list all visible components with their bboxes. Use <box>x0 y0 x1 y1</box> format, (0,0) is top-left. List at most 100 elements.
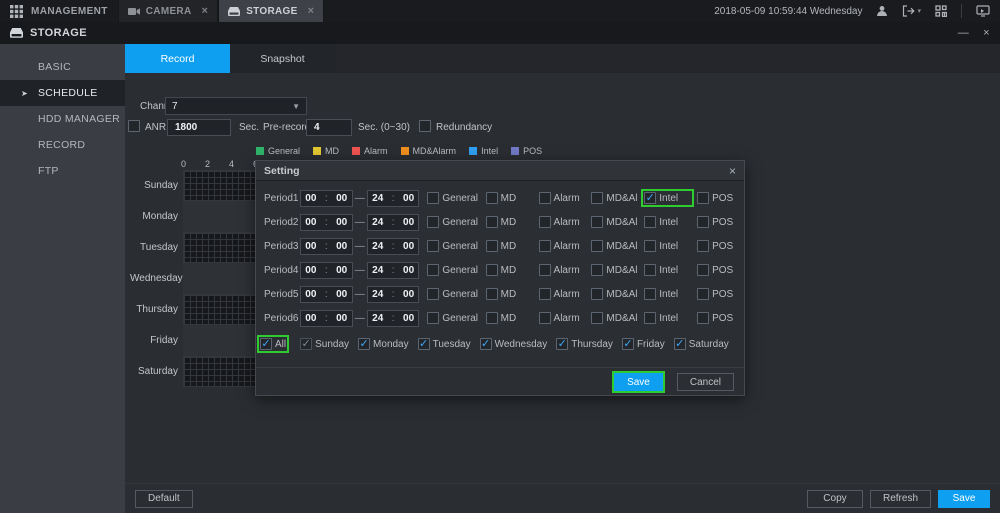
period-check-intel[interactable]: Intel <box>644 240 691 252</box>
check-day-wednesday[interactable]: ✓Wednesday <box>480 338 548 350</box>
period-end-input[interactable]: 24:00 <box>367 214 419 231</box>
checkbox[interactable] <box>697 288 709 300</box>
checkbox[interactable] <box>644 216 656 228</box>
checkbox[interactable] <box>427 264 439 276</box>
period-check-alarm[interactable]: Alarm <box>539 240 586 252</box>
period-check-md[interactable]: MD <box>486 192 533 204</box>
check-day-monday[interactable]: ✓Monday <box>358 338 409 350</box>
checkbox[interactable] <box>427 216 439 228</box>
period-check-mdala[interactable]: MD&Ala... <box>591 288 638 300</box>
period-check-general[interactable]: General <box>427 312 479 324</box>
checkbox[interactable] <box>427 288 439 300</box>
tab-record[interactable]: Record <box>125 44 230 73</box>
period-check-mdala[interactable]: MD&Ala... <box>591 216 638 228</box>
checkbox[interactable] <box>591 240 603 252</box>
checkbox[interactable] <box>486 240 498 252</box>
checkbox[interactable]: ✓ <box>622 338 634 350</box>
redundancy-checkbox[interactable] <box>419 120 431 132</box>
check-all[interactable]: ✓All <box>260 338 286 350</box>
period-start-input[interactable]: 00:00 <box>300 190 352 207</box>
dialog-cancel-button[interactable]: Cancel <box>677 373 734 391</box>
anr-input[interactable]: 1800 <box>167 119 231 136</box>
checkbox[interactable]: ✓ <box>418 338 430 350</box>
period-check-alarm[interactable]: Alarm <box>539 216 586 228</box>
period-check-mdala[interactable]: MD&Ala... <box>591 192 638 204</box>
checkbox[interactable] <box>486 264 498 276</box>
checkbox[interactable] <box>539 216 551 228</box>
period-check-alarm[interactable]: Alarm <box>539 192 586 204</box>
checkbox[interactable] <box>697 216 709 228</box>
prerecord-input[interactable]: 4 <box>306 119 352 136</box>
period-check-pos[interactable]: POS <box>697 288 744 300</box>
dialog-close-icon[interactable]: × <box>729 164 736 178</box>
checkbox[interactable] <box>591 192 603 204</box>
minimize-button[interactable]: — <box>958 27 969 39</box>
period-start-input[interactable]: 00:00 <box>300 214 352 231</box>
check-day-tuesday[interactable]: ✓Tuesday <box>418 338 471 350</box>
checkbox[interactable] <box>697 240 709 252</box>
period-check-pos[interactable]: POS <box>697 312 744 324</box>
checkbox[interactable] <box>644 240 656 252</box>
check-day-thursday[interactable]: ✓Thursday <box>556 338 613 350</box>
period-start-input[interactable]: 00:00 <box>300 238 352 255</box>
check-day-sunday[interactable]: ✓Sunday <box>300 338 349 350</box>
copy-button[interactable]: Copy <box>807 490 863 508</box>
checkbox[interactable] <box>539 240 551 252</box>
checkbox[interactable] <box>591 288 603 300</box>
period-check-mdala[interactable]: MD&Ala... <box>591 240 638 252</box>
period-check-intel[interactable]: ✓Intel <box>644 192 691 204</box>
period-check-general[interactable]: General <box>427 216 479 228</box>
period-end-input[interactable]: 24:00 <box>367 190 419 207</box>
period-check-general[interactable]: General <box>427 264 479 276</box>
period-start-input[interactable]: 00:00 <box>300 262 352 279</box>
monitor-icon[interactable] <box>976 5 990 17</box>
checkbox[interactable] <box>591 216 603 228</box>
period-check-alarm[interactable]: Alarm <box>539 312 586 324</box>
period-check-intel[interactable]: Intel <box>644 264 691 276</box>
checkbox[interactable] <box>539 288 551 300</box>
anr-checkbox[interactable] <box>128 120 140 132</box>
default-button[interactable]: Default <box>135 490 193 508</box>
check-day-friday[interactable]: ✓Friday <box>622 338 665 350</box>
checkbox[interactable] <box>427 192 439 204</box>
period-check-md[interactable]: MD <box>486 216 533 228</box>
checkbox[interactable] <box>486 312 498 324</box>
period-start-input[interactable]: 00:00 <box>300 310 352 327</box>
period-check-md[interactable]: MD <box>486 264 533 276</box>
period-check-general[interactable]: General <box>427 288 479 300</box>
tab-storage-close-icon[interactable]: × <box>308 5 315 17</box>
period-start-input[interactable]: 00:00 <box>300 286 352 303</box>
checkbox[interactable]: ✓ <box>674 338 686 350</box>
period-check-intel[interactable]: Intel <box>644 216 691 228</box>
checkbox[interactable] <box>591 264 603 276</box>
checkbox[interactable] <box>427 240 439 252</box>
checkbox[interactable] <box>644 288 656 300</box>
period-check-alarm[interactable]: Alarm <box>539 288 586 300</box>
period-end-input[interactable]: 24:00 <box>367 262 419 279</box>
refresh-button[interactable]: Refresh <box>870 490 931 508</box>
checkbox[interactable]: ✓ <box>358 338 370 350</box>
period-end-input[interactable]: 24:00 <box>367 310 419 327</box>
checkbox[interactable] <box>591 312 603 324</box>
checkbox[interactable] <box>486 216 498 228</box>
period-check-md[interactable]: MD <box>486 312 533 324</box>
checkbox[interactable] <box>697 192 709 204</box>
checkbox[interactable] <box>697 312 709 324</box>
qr-grid-icon[interactable] <box>935 5 947 17</box>
period-check-general[interactable]: General <box>427 192 479 204</box>
tab-camera[interactable]: CAMERA × <box>118 0 218 22</box>
tab-storage[interactable]: STORAGE × <box>218 0 324 22</box>
checkbox[interactable] <box>539 264 551 276</box>
checkbox[interactable] <box>539 312 551 324</box>
checkbox[interactable]: ✓ <box>480 338 492 350</box>
checkbox[interactable] <box>644 312 656 324</box>
period-check-pos[interactable]: POS <box>697 192 744 204</box>
channel-select[interactable]: 7 ▼ <box>165 97 307 115</box>
management-menu[interactable]: MANAGEMENT <box>0 0 118 22</box>
period-check-md[interactable]: MD <box>486 288 533 300</box>
period-check-md[interactable]: MD <box>486 240 533 252</box>
sidebar-item-ftp[interactable]: FTP <box>0 158 125 184</box>
period-check-pos[interactable]: POS <box>697 216 744 228</box>
dialog-save-button[interactable]: Save <box>614 373 663 391</box>
user-icon[interactable] <box>876 5 888 17</box>
